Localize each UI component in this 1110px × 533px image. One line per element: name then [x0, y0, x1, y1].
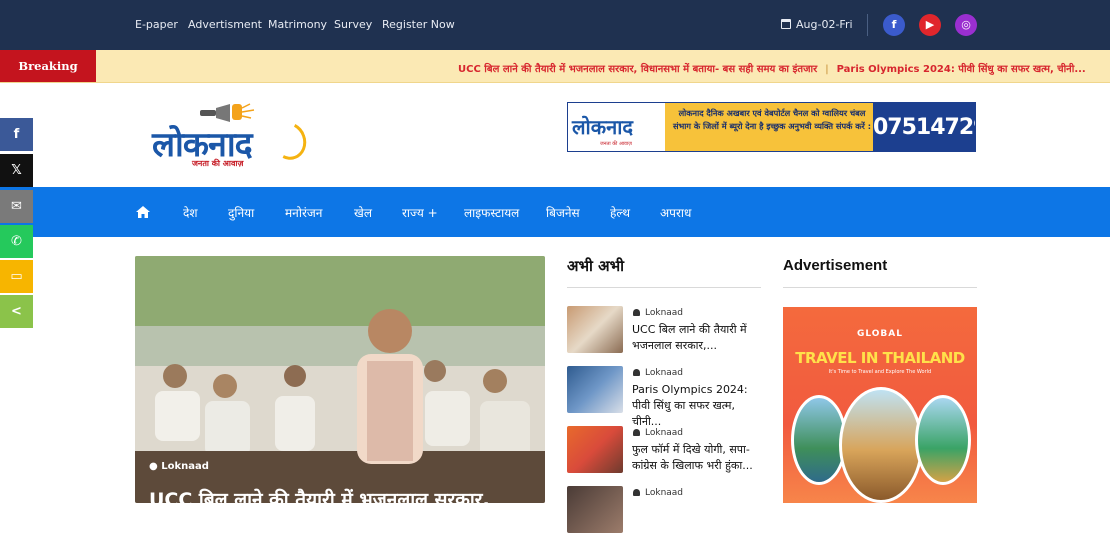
ad-photo-temple	[839, 387, 923, 503]
banner-logo-text: लोकनाद	[572, 115, 633, 139]
news-title[interactable]: Paris Olympics 2024: पीवी सिंधु का सफर ख…	[632, 382, 762, 430]
logo-tagline: जनता की आवाज़	[192, 159, 244, 168]
news-author: Loknaad	[633, 428, 683, 438]
sharethis-icon[interactable]: <	[0, 295, 33, 328]
logo-swoosh	[266, 117, 312, 165]
facebook-icon[interactable]: f	[883, 14, 905, 36]
news-author: Loknaad	[633, 368, 683, 378]
sms-share-icon[interactable]: ▭	[0, 260, 33, 293]
breaking-news-label: Breaking News	[0, 50, 96, 82]
matrimony-link[interactable]: Matrimony	[268, 18, 327, 31]
news-author: Loknaad	[633, 488, 683, 498]
news-thumbnail[interactable]	[567, 426, 623, 473]
news-thumbnail[interactable]	[567, 366, 623, 413]
home-icon[interactable]	[136, 206, 150, 218]
instagram-icon[interactable]: ◎	[955, 14, 977, 36]
epaper-link[interactable]: E-paper	[135, 18, 178, 31]
nav-item-lifestyle[interactable]: लाइफस्टायल	[464, 204, 519, 221]
user-icon: ●	[149, 461, 158, 472]
header-ad-banner[interactable]: लोकनाद जनता की आवाज़ लोकनाद दैनिक अखबार …	[567, 102, 976, 152]
ticker-item[interactable]: UCC बिल लाने की तैयारी में भजनलाल सरकार,…	[458, 64, 817, 75]
banner-logo: लोकनाद जनता की आवाज़	[568, 103, 665, 151]
user-icon	[633, 429, 640, 436]
ad-photo-statue	[915, 395, 971, 485]
news-author-name: Loknaad	[645, 488, 684, 498]
nav-item-desh[interactable]: देश	[183, 204, 198, 221]
banner-phone: 07514729368	[873, 103, 975, 151]
facebook-share-icon[interactable]: f	[0, 118, 33, 151]
nav-item-rajya[interactable]: राज्य +	[402, 204, 438, 221]
survey-link[interactable]: Survey	[334, 18, 372, 31]
nav-item-health[interactable]: हेल्थ	[610, 204, 630, 221]
email-share-icon[interactable]: ✉	[0, 190, 33, 223]
news-author-name: Loknaad	[645, 368, 684, 378]
site-logo[interactable]: लोकनाद जनता की आवाज़	[152, 100, 312, 172]
nav-item-business[interactable]: बिजनेस	[546, 204, 580, 221]
main-nav: देश दुनिया मनोरंजन खेल राज्य + लाइफस्टाय…	[0, 187, 1110, 237]
news-thumbnail[interactable]	[567, 306, 623, 353]
news-author-name: Loknaad	[645, 308, 684, 318]
current-date: Aug-02-Fri	[781, 18, 853, 31]
advertisment-link[interactable]: Advertisment	[188, 18, 262, 31]
nav-item-apradh[interactable]: अपराध	[660, 204, 691, 221]
breaking-ticker[interactable]: UCC बिल लाने की तैयारी में भजनलाल सरकार,…	[458, 61, 1086, 75]
user-icon	[633, 309, 640, 316]
breaking-news-bar: UCC बिल लाने की तैयारी में भजनलाल सरकार,…	[0, 50, 1110, 83]
news-thumbnail[interactable]	[567, 486, 623, 533]
date-text: Aug-02-Fri	[796, 18, 853, 31]
section-divider	[567, 287, 761, 288]
hero-title[interactable]: UCC बिल लाने की तैयारी में भजनलाल सरकार,	[149, 486, 490, 503]
hero-author-name: Loknaad	[161, 461, 209, 472]
banner-logo-tag: जनता की आवाज़	[600, 141, 632, 147]
sidebar-advertisement[interactable]: GLOBAL TRAVEL IN THAILAND It's Time to T…	[783, 307, 977, 503]
banner-message: लोकनाद दैनिक अखबार एवं वेबपोर्टल चैनल को…	[673, 108, 871, 131]
news-author: Loknaad	[633, 308, 683, 318]
ad-brand: GLOBAL	[856, 329, 903, 339]
top-bar: E-paper Advertisment Matrimony Survey Re…	[0, 0, 1110, 50]
news-title[interactable]: फुल फॉर्म में दिखे योगी, सपा-कांग्रेस के…	[632, 442, 762, 474]
user-icon	[633, 369, 640, 376]
nav-item-manoranjan[interactable]: मनोरंजन	[285, 204, 322, 221]
register-now-link[interactable]: Register Now	[382, 18, 455, 31]
news-author-name: Loknaad	[645, 428, 684, 438]
nav-item-khel[interactable]: खेल	[354, 204, 372, 221]
x-share-icon[interactable]: 𝕏	[0, 154, 33, 187]
youtube-icon[interactable]: ▶	[919, 14, 941, 36]
calendar-icon	[781, 19, 791, 29]
ad-subline: It's Time to Travel and Explore The Worl…	[828, 369, 932, 375]
section-divider	[783, 287, 977, 288]
advertisement-heading: Advertisement	[783, 257, 888, 274]
ad-headline: TRAVEL IN THAILAND	[795, 349, 965, 367]
user-icon	[633, 489, 640, 496]
whatsapp-share-icon[interactable]: ✆	[0, 225, 33, 258]
news-title[interactable]: UCC बिल लाने की तैयारी में भजनलाल सरकार,…	[632, 322, 762, 354]
nav-item-duniya[interactable]: दुनिया	[228, 204, 254, 221]
abhi-abhi-heading: अभी अभी	[567, 257, 625, 275]
hero-article[interactable]: ● Loknaad UCC बिल लाने की तैयारी में भजन…	[135, 256, 545, 503]
ticker-item[interactable]: Paris Olympics 2024: पीवी सिंधु का सफर ख…	[837, 64, 1086, 75]
divider	[867, 14, 868, 36]
ticker-separator: |	[825, 64, 829, 75]
hero-author: ● Loknaad	[149, 461, 209, 472]
